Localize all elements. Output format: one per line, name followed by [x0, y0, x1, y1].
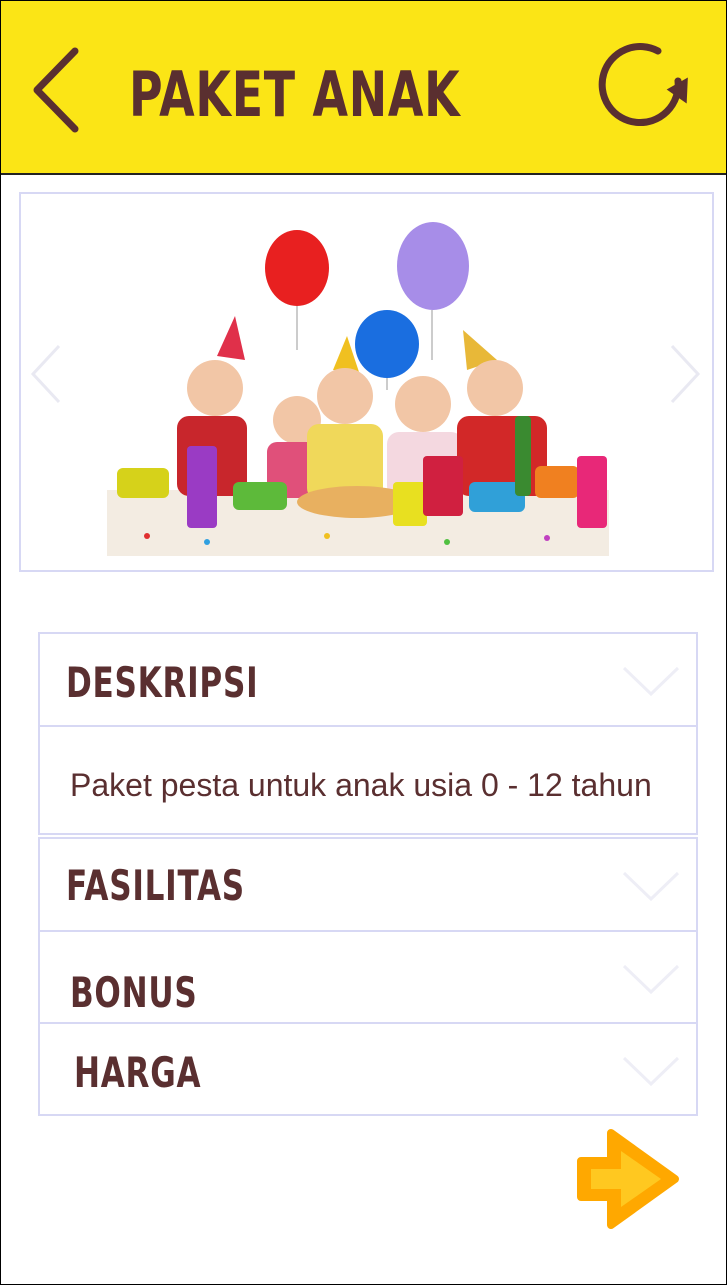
accordion-label: FASILITAS — [66, 861, 245, 910]
page-title: PAKET ANAK — [129, 58, 461, 131]
chevron-left-icon — [33, 47, 79, 133]
accordion-label: BONUS — [70, 968, 198, 1017]
image-carousel — [19, 192, 714, 572]
chevron-down-icon — [622, 871, 680, 902]
arrow-right-icon — [577, 1129, 679, 1229]
top-bar: PAKET ANAK — [1, 1, 726, 175]
chevron-down-icon — [622, 1056, 680, 1087]
accordion-fasilitas[interactable]: FASILITAS — [38, 837, 698, 932]
refresh-button[interactable] — [596, 39, 696, 135]
carousel-next-button[interactable] — [664, 342, 704, 406]
chevron-left-icon — [30, 344, 61, 404]
accordion-bonus[interactable]: BONUS — [38, 930, 698, 1025]
accordion-deskripsi[interactable]: DESKRIPSI — [38, 632, 698, 727]
chevron-right-icon — [670, 344, 701, 404]
next-button[interactable] — [571, 1123, 685, 1233]
refresh-icon — [598, 43, 688, 126]
kids-party-photo — [107, 222, 609, 556]
chevron-down-icon — [622, 666, 680, 697]
carousel-prev-button[interactable] — [27, 342, 67, 406]
accordion-label: DESKRIPSI — [66, 658, 259, 707]
description-text: Paket pesta untuk anak usia 0 - 12 tahun — [70, 767, 652, 803]
accordion-deskripsi-content: Paket pesta untuk anak usia 0 - 12 tahun — [38, 725, 698, 835]
back-button[interactable] — [23, 43, 93, 137]
app-screen: PAKET ANAK DESKRIPSI Paket pesta untuk a… — [0, 0, 727, 1285]
chevron-down-icon — [622, 964, 680, 995]
accordion-label: HARGA — [74, 1048, 202, 1097]
accordion-harga[interactable]: HARGA — [38, 1022, 698, 1116]
